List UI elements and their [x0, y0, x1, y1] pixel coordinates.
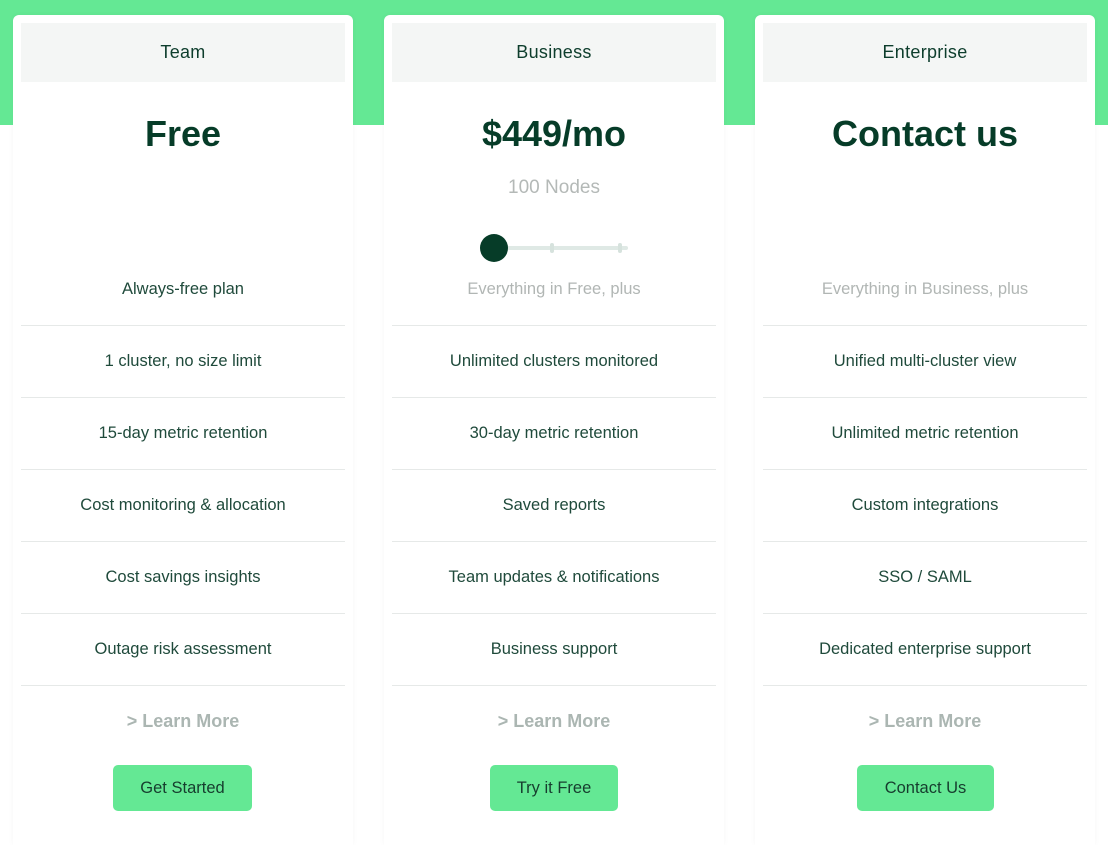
feature-intro: Everything in Business, plus: [763, 254, 1087, 326]
plan-card-enterprise: Enterprise Contact us Everything in Busi…: [755, 15, 1095, 845]
plan-card-business: Business $449/mo 100 Nodes Everything in…: [384, 15, 724, 845]
feature-list: Everything in Free, plus Unlimited clust…: [392, 254, 716, 686]
feature-item: Unlimited metric retention: [763, 398, 1087, 470]
plan-price: Contact us: [831, 113, 1018, 154]
feature-item: Unified multi-cluster view: [763, 326, 1087, 398]
slider-tick: [550, 243, 554, 253]
contact-us-button[interactable]: Contact Us: [857, 765, 994, 811]
nodes-label: 100 Nodes: [508, 177, 600, 198]
feature-item: Cost monitoring & allocation: [21, 470, 345, 542]
plan-name: Enterprise: [763, 23, 1087, 82]
feature-item: 15-day metric retention: [21, 398, 345, 470]
learn-more-link[interactable]: > Learn More: [755, 711, 1095, 732]
feature-item: Saved reports: [392, 470, 716, 542]
try-free-button[interactable]: Try it Free: [490, 765, 618, 811]
plan-price: Free: [144, 113, 222, 154]
slider-track[interactable]: [490, 246, 628, 250]
feature-item: Cost savings insights: [21, 542, 345, 614]
feature-list: Everything in Business, plus Unified mul…: [763, 254, 1087, 686]
learn-more-link[interactable]: > Learn More: [13, 711, 353, 732]
plan-name: Business: [392, 23, 716, 82]
plan-price: $449/mo: [481, 113, 627, 154]
plan-card-team: Team Free Always-free plan 1 cluster, no…: [13, 15, 353, 845]
learn-more-link[interactable]: > Learn More: [384, 711, 724, 732]
feature-item: Business support: [392, 614, 716, 686]
feature-item: Unlimited clusters monitored: [392, 326, 716, 398]
feature-item: Dedicated enterprise support: [763, 614, 1087, 686]
feature-item: 1 cluster, no size limit: [21, 326, 345, 398]
feature-item: Always-free plan: [21, 254, 345, 326]
plan-name: Team: [21, 23, 345, 82]
feature-item: Custom integrations: [763, 470, 1087, 542]
slider-tick: [618, 243, 622, 253]
get-started-button[interactable]: Get Started: [113, 765, 252, 811]
feature-item: Outage risk assessment: [21, 614, 345, 686]
feature-item: 30-day metric retention: [392, 398, 716, 470]
feature-item: Team updates & notifications: [392, 542, 716, 614]
feature-intro: Everything in Free, plus: [392, 254, 716, 326]
feature-list: Always-free plan 1 cluster, no size limi…: [21, 254, 345, 686]
feature-item: SSO / SAML: [763, 542, 1087, 614]
